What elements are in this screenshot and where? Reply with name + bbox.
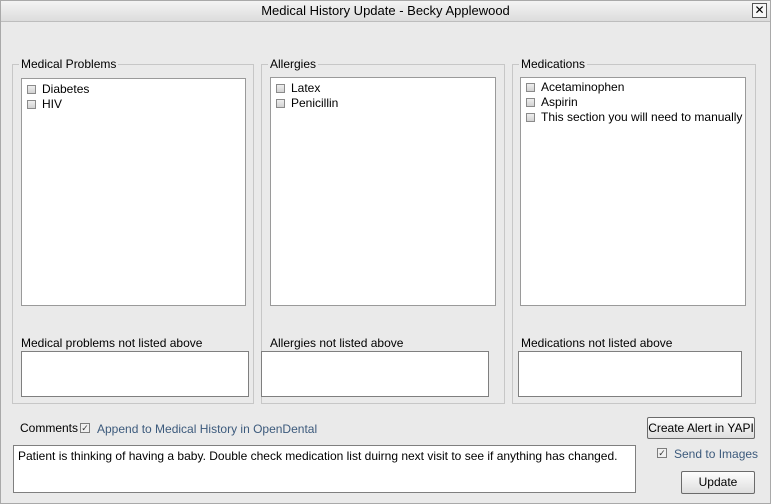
allergies-not-listed-label: Allergies not listed above — [270, 336, 404, 350]
checkbox[interactable] — [526, 98, 535, 107]
allergies-group: Allergies Latex Penicillin Allergies not… — [261, 57, 505, 404]
medications-group: Medications Acetaminophen Aspirin This s… — [512, 57, 756, 404]
medical-problems-list[interactable]: Diabetes HIV — [21, 78, 246, 306]
append-to-history-label[interactable]: Append to Medical History in OpenDental — [97, 422, 317, 436]
medical-history-window: Medical History Update - Becky Applewood… — [0, 0, 771, 504]
medication-label: This section you will need to manually p… — [541, 110, 745, 124]
title-bar: Medical History Update - Becky Applewood… — [1, 1, 770, 22]
medication-label: Aspirin — [541, 95, 578, 109]
allergy-item[interactable]: Latex — [271, 81, 495, 96]
medical-problem-item[interactable]: Diabetes — [22, 82, 245, 97]
send-to-images-checkbox[interactable]: ✓ — [657, 448, 667, 458]
medical-problem-label: HIV — [42, 97, 63, 111]
medication-item[interactable]: Acetaminophen — [521, 80, 745, 95]
append-to-history-checkbox[interactable]: ✓ — [80, 423, 90, 433]
update-button[interactable]: Update — [681, 471, 755, 494]
allergies-legend: Allergies — [268, 57, 319, 71]
medical-problems-group: Medical Problems Diabetes HIV Medical pr… — [12, 57, 254, 404]
medical-problem-label: Diabetes — [42, 82, 90, 96]
checkbox[interactable] — [526, 113, 535, 122]
medical-problems-legend: Medical Problems — [19, 57, 119, 71]
window-title: Medical History Update - Becky Applewood — [261, 3, 510, 18]
medications-not-listed-field[interactable] — [518, 351, 742, 397]
allergies-list[interactable]: Latex Penicillin — [270, 77, 496, 306]
allergies-not-listed-field[interactable] — [261, 351, 489, 397]
close-icon[interactable]: ✕ — [752, 3, 767, 18]
allergy-label: Penicillin — [291, 96, 339, 110]
create-alert-button[interactable]: Create Alert in YAPI — [647, 417, 755, 439]
medication-item[interactable]: This section you will need to manually p… — [521, 110, 745, 125]
comments-field[interactable]: Patient is thinking of having a baby. Do… — [13, 445, 636, 493]
medical-problems-not-listed-field[interactable] — [21, 351, 249, 397]
medications-not-listed-label: Medications not listed above — [521, 336, 673, 350]
checkbox[interactable] — [27, 85, 36, 94]
checkbox[interactable] — [27, 100, 36, 109]
send-to-images-label[interactable]: Send to Images — [674, 447, 758, 461]
medications-list[interactable]: Acetaminophen Aspirin This section you w… — [520, 77, 746, 306]
allergy-label: Latex — [291, 81, 321, 95]
checkbox[interactable] — [276, 84, 285, 93]
allergy-item[interactable]: Penicillin — [271, 96, 495, 111]
medications-legend: Medications — [519, 57, 588, 71]
medical-problems-not-listed-label: Medical problems not listed above — [21, 336, 203, 350]
checkbox[interactable] — [526, 83, 535, 92]
comments-label: Comments — [20, 421, 79, 435]
checkbox[interactable] — [276, 99, 285, 108]
medication-label: Acetaminophen — [541, 80, 625, 94]
medication-item[interactable]: Aspirin — [521, 95, 745, 110]
medical-problem-item[interactable]: HIV — [22, 97, 245, 112]
